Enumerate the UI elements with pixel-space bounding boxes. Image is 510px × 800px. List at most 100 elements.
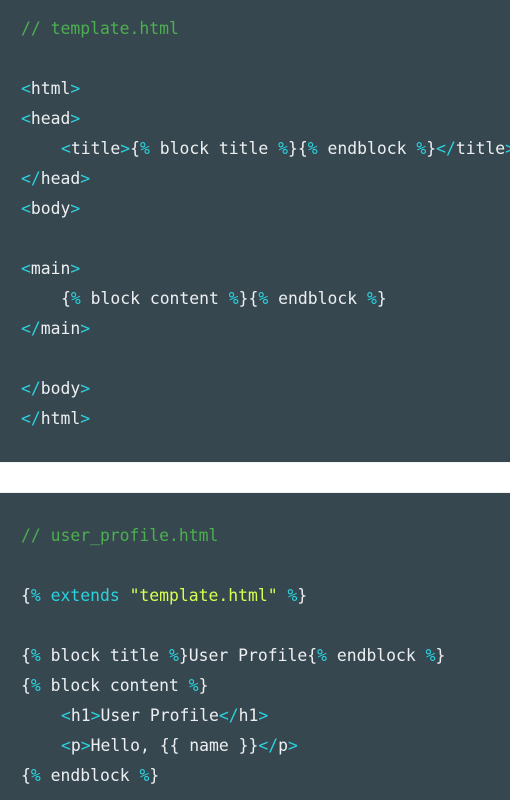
code-token-text: } (297, 586, 308, 605)
code-token-punct: </ (21, 319, 41, 338)
code-token-punct: > (70, 199, 81, 218)
code-token-kw: endblock (317, 139, 417, 158)
code-token-text: } (238, 289, 249, 308)
code-token-tag: body (30, 199, 71, 218)
code-token-text: } (426, 139, 437, 158)
code-token-tag: h1 (70, 706, 91, 725)
code-token-punct: > (80, 409, 91, 428)
code-token-punct: < (21, 259, 31, 278)
code-token-tag: p (70, 736, 81, 755)
code-token-kw: block title (40, 646, 170, 665)
code-lines: // template.html​<html><head><title>{% b… (0, 14, 510, 434)
code-block-template-html[interactable]: // template.html​<html><head><title>{% b… (0, 0, 510, 462)
code-token-tmpl: extends (40, 586, 130, 605)
code-token-text: } (198, 676, 209, 695)
code-token-text: } (435, 646, 446, 665)
code-token-punct: > (80, 319, 91, 338)
code-token-punct: > (80, 379, 91, 398)
code-token-tmpl: % (30, 676, 41, 695)
code-token-punct: < (61, 139, 71, 158)
blank-code-line: ​ (0, 224, 510, 254)
code-token-punct: </ (21, 169, 41, 188)
code-token-punct: < (61, 706, 71, 725)
code-token-comment: // user_profile.html (21, 526, 219, 545)
code-token-punct: > (70, 259, 81, 278)
code-line: {% block title %}User Profile{% endblock… (0, 641, 510, 671)
code-token-text: User Profile (188, 646, 308, 665)
code-token-punct: > (258, 706, 269, 725)
code-token-punct: > (288, 736, 298, 755)
code-token-tmpl: % (70, 289, 81, 308)
code-token-punct: > (80, 169, 91, 188)
code-token-text: { (61, 289, 71, 308)
code-token-tag: html (40, 409, 81, 428)
code-token-tmpl: % (228, 289, 239, 308)
code-lines: // user_profile.html ​{% extends "templat… (0, 521, 510, 791)
code-token-text: { (21, 586, 31, 605)
code-token-comment: // template.html (21, 19, 179, 38)
code-token-tag: p (278, 736, 289, 755)
code-token-tmpl: % (169, 646, 179, 665)
code-token-punct: > (120, 139, 131, 158)
code-line: <title>{% block title %}{% endblock %}</… (0, 134, 510, 164)
code-line: <head> (0, 104, 510, 134)
code-token-text: } (178, 646, 189, 665)
blank-code-line: ​ (0, 611, 510, 641)
code-line: <h1>User Profile</h1> (0, 701, 510, 731)
code-line: </html> (0, 404, 510, 434)
code-token-tag: title (70, 139, 121, 158)
code-token-tag: head (30, 109, 71, 128)
blank-code-line: ​ (0, 551, 510, 581)
code-line: {% extends "template.html" %} (0, 581, 510, 611)
block-separator (0, 462, 510, 493)
code-line: </main> (0, 314, 510, 344)
code-token-tag: title (455, 139, 506, 158)
code-token-punct: > (70, 79, 81, 98)
code-token-tag: body (40, 379, 81, 398)
code-token-punct: < (61, 736, 71, 755)
code-line: <body> (0, 194, 510, 224)
code-token-punct: </ (21, 379, 41, 398)
code-token-punct: </ (436, 139, 456, 158)
code-token-tmpl: % (425, 646, 436, 665)
code-line: <p>Hello, {{ name }}</p> (0, 731, 510, 761)
code-token-tmpl: % (317, 646, 327, 665)
code-token-tmpl: % (30, 646, 41, 665)
code-token-text: User Profile (100, 706, 219, 725)
code-token-kw: block content (80, 289, 229, 308)
code-line: <html> (0, 74, 510, 104)
code-token-kw: endblock (326, 646, 426, 665)
code-token-tmpl: % (258, 289, 269, 308)
code-line: {% block content %}{% endblock %} (0, 284, 510, 314)
code-token-text: } (149, 766, 160, 785)
code-token-tag: h1 (238, 706, 259, 725)
code-block-user-profile-html[interactable]: // user_profile.html ​{% extends "templat… (0, 493, 510, 800)
code-token-punct: < (21, 199, 31, 218)
code-token-kw: block content (40, 676, 189, 695)
code-token-kw: endblock (40, 766, 140, 785)
code-token-punct: </ (258, 736, 279, 755)
code-token-tmpl: % (188, 676, 199, 695)
code-token-punct: </ (21, 409, 41, 428)
code-token-tmpl: % (139, 139, 150, 158)
code-token-text: Hello, {{ name }} (90, 736, 259, 755)
code-token-tag: head (40, 169, 81, 188)
code-token-text: } (376, 289, 387, 308)
blank-code-line: ​ (0, 344, 510, 374)
code-token-text: { (21, 676, 31, 695)
code-token-tmpl: % (139, 766, 150, 785)
code-token-tag: html (30, 79, 71, 98)
code-token-punct: > (90, 706, 101, 725)
blank-code-line: ​ (0, 44, 510, 74)
code-token-text: { (248, 289, 259, 308)
code-line: {% endblock %} (0, 761, 510, 791)
code-token-kw: block title (149, 139, 279, 158)
code-token-tmpl: % (30, 766, 41, 785)
code-line: {% block content %} (0, 671, 510, 701)
code-line: <main> (0, 254, 510, 284)
code-token-punct: </ (218, 706, 239, 725)
code-token-tag: main (40, 319, 81, 338)
code-token-punct: > (505, 139, 510, 158)
code-token-text: { (21, 646, 31, 665)
code-token-punct: < (21, 109, 31, 128)
